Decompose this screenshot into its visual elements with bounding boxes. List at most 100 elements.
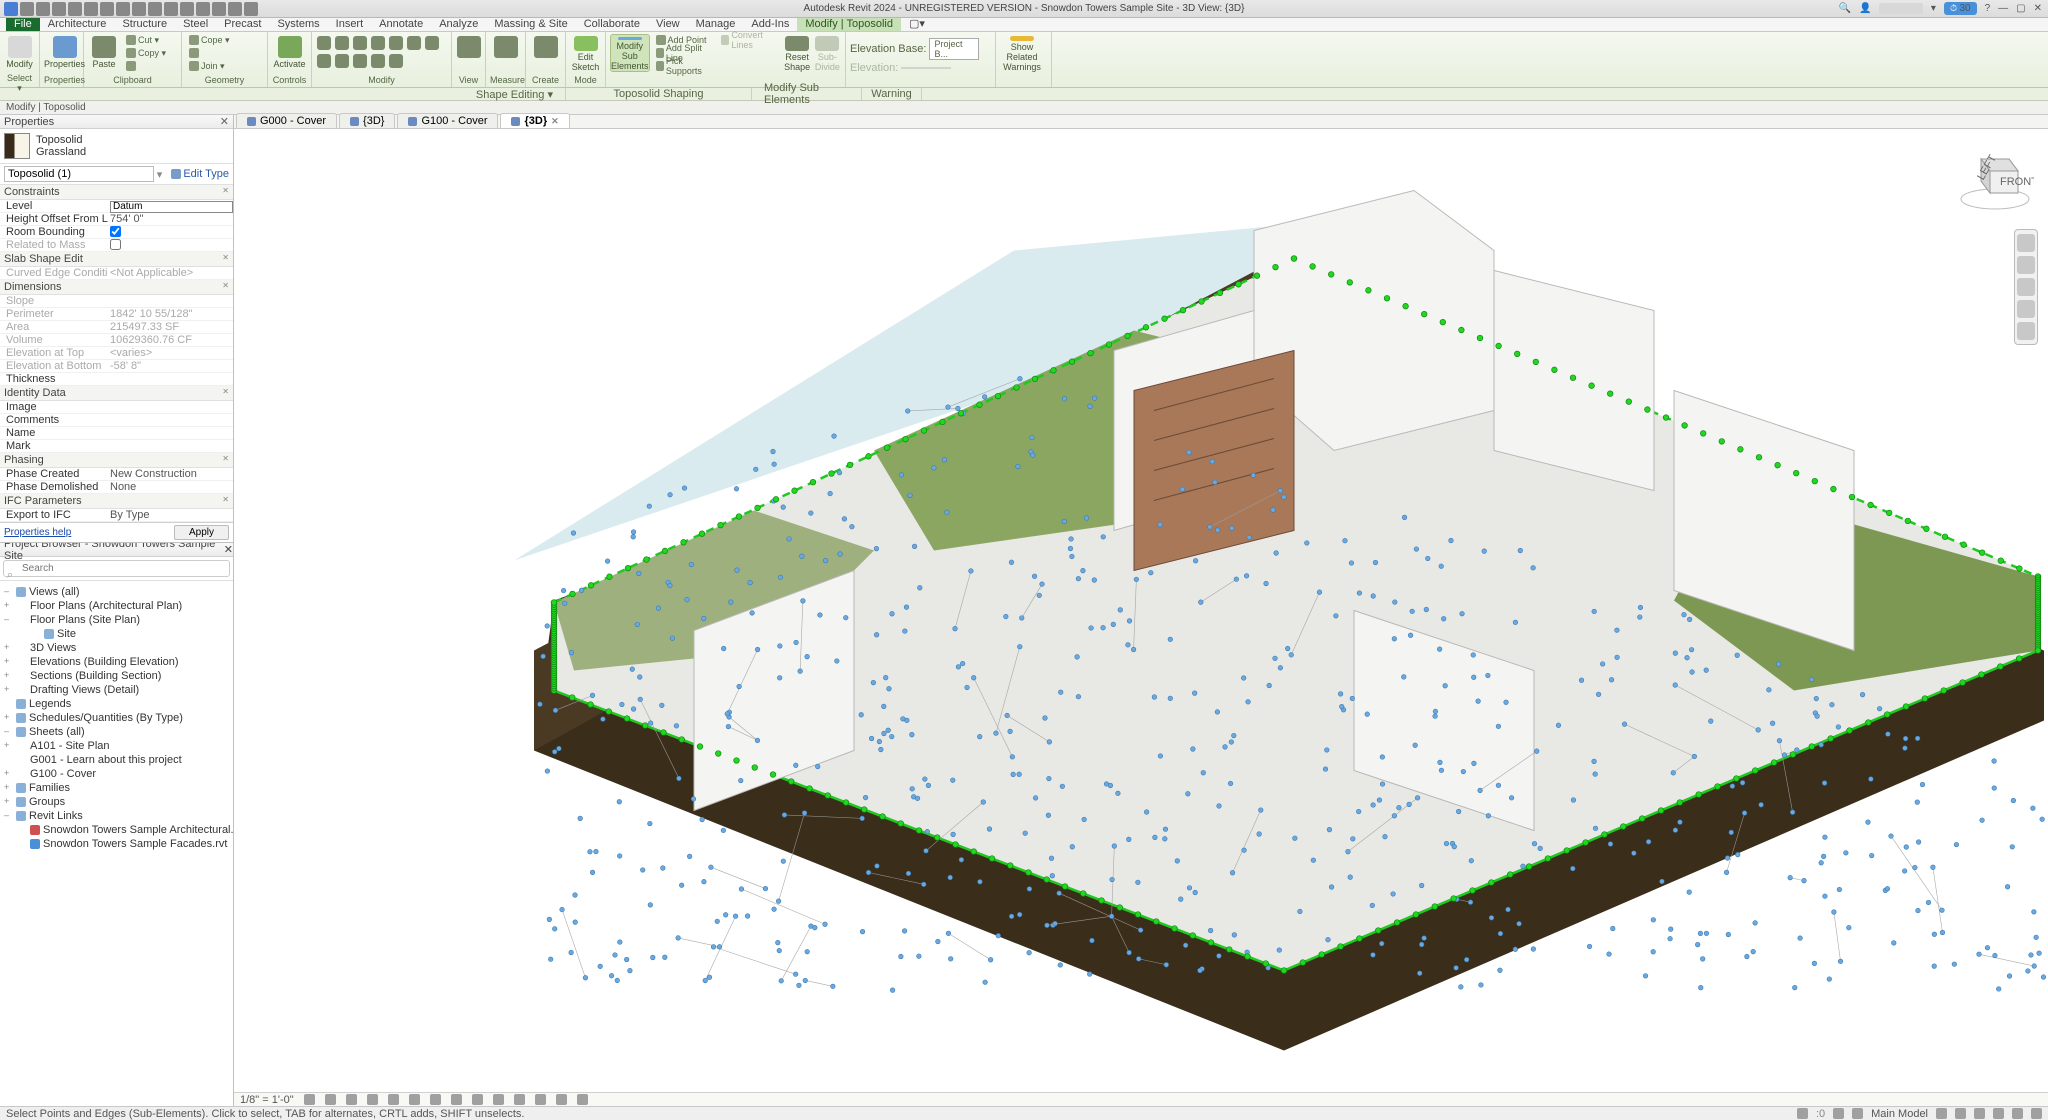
- doc-tab-2[interactable]: G100 - Cover: [397, 113, 498, 128]
- detail-level-icon[interactable]: [304, 1094, 315, 1105]
- properties-close-icon[interactable]: ✕: [220, 115, 233, 128]
- property-row[interactable]: Curved Edge Condition<Not Applicable>: [0, 267, 233, 280]
- match-button[interactable]: [123, 60, 169, 72]
- tree-node[interactable]: Legends: [2, 697, 231, 711]
- tab-structure[interactable]: Structure: [114, 17, 175, 31]
- tab-close-icon[interactable]: ✕: [551, 116, 559, 127]
- temp-hide-icon[interactable]: [472, 1094, 483, 1105]
- tree-node[interactable]: Site: [2, 627, 231, 641]
- property-row[interactable]: Volume10629360.76 CF: [0, 334, 233, 347]
- property-row[interactable]: Slope: [0, 295, 233, 308]
- qat-undo-icon[interactable]: [68, 2, 82, 16]
- favorite-icon[interactable]: ▾: [1931, 3, 1936, 14]
- rendering-icon[interactable]: [388, 1094, 399, 1105]
- filter-chevron-icon[interactable]: ▾: [154, 168, 166, 181]
- modify-sub-elements-button[interactable]: Modify Sub Elements: [610, 34, 650, 72]
- search-icon[interactable]: 🔍: [1839, 3, 1851, 14]
- trim-icon[interactable]: [370, 34, 386, 50]
- pick-supports-button[interactable]: Pick Supports: [653, 60, 716, 72]
- tab-file[interactable]: File: [6, 17, 40, 31]
- split-icon[interactable]: [388, 34, 404, 50]
- nav-wheel-icon[interactable]: [2017, 234, 2035, 252]
- crop-icon[interactable]: [409, 1094, 420, 1105]
- join-button[interactable]: Join ▾: [186, 60, 228, 72]
- reveal-hidden-icon[interactable]: [493, 1094, 504, 1105]
- nav-zoom-icon[interactable]: [2017, 278, 2035, 296]
- cut-geom-button[interactable]: [186, 47, 202, 59]
- tab-annotate[interactable]: Annotate: [371, 17, 431, 31]
- close-icon[interactable]: ✕: [2034, 3, 2042, 14]
- offset-icon[interactable]: [424, 34, 440, 50]
- property-group-header[interactable]: Phasing✕: [0, 453, 233, 468]
- qat-dropdown-icon[interactable]: [244, 2, 258, 16]
- tab-systems[interactable]: Systems: [269, 17, 327, 31]
- visual-style-icon[interactable]: [325, 1094, 336, 1105]
- properties-filter-dropdown[interactable]: Toposolid (1): [4, 166, 154, 182]
- qat-measure-icon[interactable]: [116, 2, 130, 16]
- sun-path-icon[interactable]: [346, 1094, 357, 1105]
- qat-sync-icon[interactable]: [52, 2, 66, 16]
- property-group-header[interactable]: IFC Parameters✕: [0, 494, 233, 509]
- edit-type-button[interactable]: Edit Type: [165, 168, 229, 180]
- property-row[interactable]: Image: [0, 401, 233, 414]
- qat-3d-icon[interactable]: [164, 2, 178, 16]
- project-browser-close-icon[interactable]: ✕: [224, 543, 233, 556]
- tab-architecture[interactable]: Architecture: [40, 17, 115, 31]
- tab-steel[interactable]: Steel: [175, 17, 216, 31]
- select-links-icon[interactable]: [1936, 1108, 1947, 1119]
- 3d-viewport[interactable]: FRONT LEFT: [234, 129, 2048, 1092]
- link-display-icon[interactable]: [556, 1094, 567, 1105]
- property-row[interactable]: Area215497.33 SF: [0, 321, 233, 334]
- filter-icon[interactable]: [2031, 1108, 2042, 1119]
- property-checkbox[interactable]: [110, 226, 121, 237]
- scale-icon[interactable]: [334, 52, 350, 68]
- property-row[interactable]: Height Offset From Level754' 0": [0, 213, 233, 226]
- main-model-label[interactable]: Main Model: [1871, 1108, 1928, 1120]
- lock-3d-icon[interactable]: [451, 1094, 462, 1105]
- tree-node[interactable]: G001 - Learn about this project: [2, 753, 231, 767]
- view-cube[interactable]: FRONT LEFT: [1956, 139, 2034, 217]
- maximize-icon[interactable]: ▢: [2016, 3, 2025, 14]
- move-icon[interactable]: [316, 34, 332, 50]
- revit-icon[interactable]: [4, 2, 18, 16]
- property-row[interactable]: Elevation at Bottom-58' 8": [0, 360, 233, 373]
- tree-node[interactable]: A101 - Site Plan: [2, 739, 231, 753]
- trial-badge[interactable]: ⏱ 30: [1944, 2, 1977, 15]
- property-row[interactable]: Level: [0, 200, 233, 213]
- properties-help-link[interactable]: Properties help: [4, 527, 71, 538]
- qat-close-icon[interactable]: [212, 2, 226, 16]
- array-icon[interactable]: [316, 52, 332, 68]
- user-name[interactable]: user: [1879, 3, 1922, 14]
- tab-view[interactable]: View: [648, 17, 688, 31]
- tree-node[interactable]: 3D Views: [2, 641, 231, 655]
- measure-button[interactable]: [490, 34, 521, 72]
- tree-node[interactable]: Families: [2, 781, 231, 795]
- copy-icon[interactable]: [334, 34, 350, 50]
- create-button[interactable]: [530, 34, 561, 72]
- cut-button[interactable]: Cut ▾: [123, 34, 169, 46]
- nav-look-icon[interactable]: [2017, 322, 2035, 340]
- tab-collaborate[interactable]: Collaborate: [576, 17, 648, 31]
- crop-region-icon[interactable]: [430, 1094, 441, 1105]
- tab-extra-icon[interactable]: ▢▾: [901, 16, 933, 31]
- select-pinned-icon[interactable]: [1974, 1108, 1985, 1119]
- tree-node[interactable]: G100 - Cover: [2, 767, 231, 781]
- minimize-icon[interactable]: —: [1998, 3, 2008, 14]
- qat-text-icon[interactable]: [148, 2, 162, 16]
- qat-section-icon[interactable]: [180, 2, 194, 16]
- help-icon[interactable]: ?: [1985, 3, 1991, 14]
- shadows-icon[interactable]: [367, 1094, 378, 1105]
- property-row[interactable]: Room Bounding: [0, 226, 233, 239]
- tree-node[interactable]: Floor Plans (Architectural Plan): [2, 599, 231, 613]
- rotate-icon[interactable]: [352, 34, 368, 50]
- elevation-base-dropdown[interactable]: Project B...: [929, 38, 979, 60]
- property-group-header[interactable]: Constraints✕: [0, 185, 233, 200]
- user-icon[interactable]: 👤: [1859, 3, 1871, 14]
- shape-editing-label[interactable]: Shape Editing ▾: [0, 88, 566, 100]
- properties-button[interactable]: Properties: [44, 34, 85, 72]
- property-input[interactable]: [110, 201, 233, 213]
- type-name[interactable]: ToposolidGrassland: [36, 134, 86, 158]
- tab-modify-toposolid[interactable]: Modify | Toposolid: [797, 17, 901, 31]
- tree-node[interactable]: Sheets (all): [2, 725, 231, 739]
- property-row[interactable]: Perimeter1842' 10 55/128": [0, 308, 233, 321]
